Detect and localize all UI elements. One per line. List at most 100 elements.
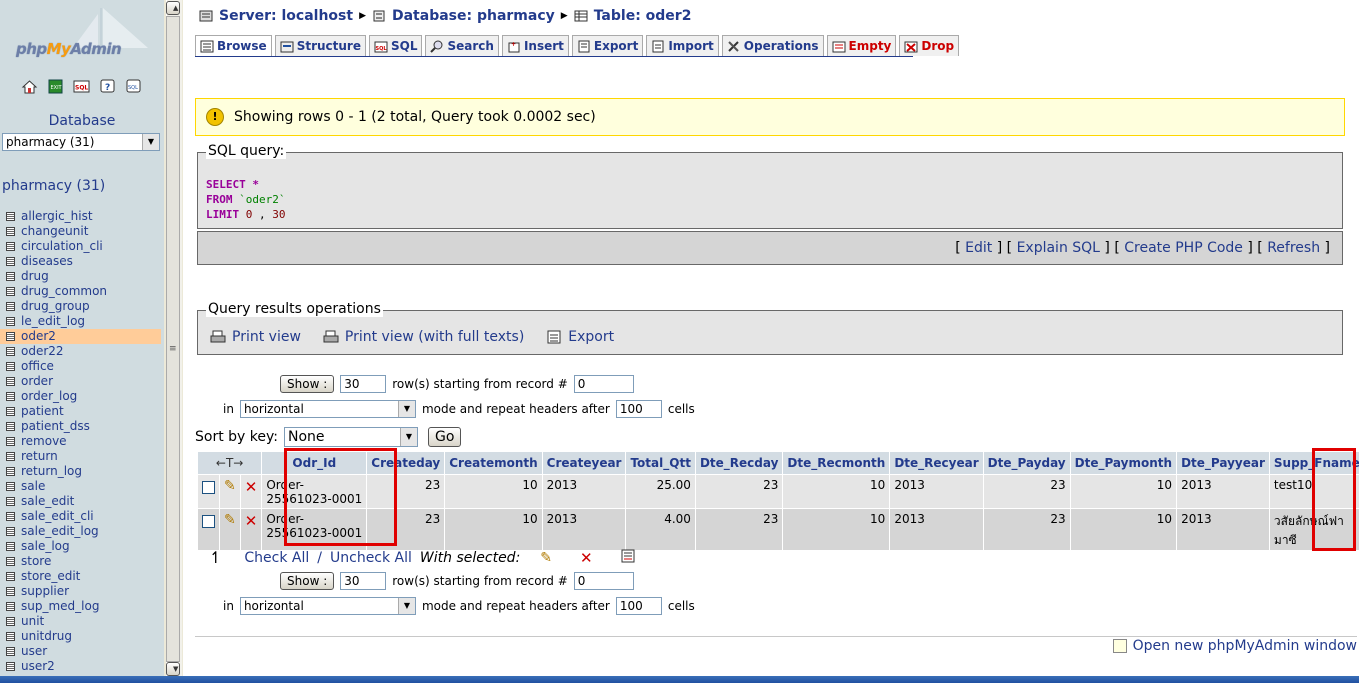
- table-browse-icon[interactable]: [6, 257, 15, 266]
- sidebar-table-oder2[interactable]: oder2: [0, 329, 161, 344]
- column-header-total-qtt[interactable]: Total_Qtt: [626, 452, 695, 474]
- sidebar-table-diseases[interactable]: diseases: [6, 254, 161, 269]
- column-header-dte-recmonth[interactable]: Dte_Recmonth: [783, 452, 890, 474]
- display-mode-select[interactable]: horizontal ▼: [239, 400, 416, 418]
- print-view-link[interactable]: Print view: [210, 329, 301, 345]
- sidebar-table-return-log[interactable]: return_log: [6, 464, 161, 479]
- breadcrumb-table[interactable]: Table: oder2: [594, 8, 692, 24]
- sidebar-table-drug[interactable]: drug: [6, 269, 161, 284]
- table-browse-icon[interactable]: [6, 632, 15, 641]
- sidebar-table-store[interactable]: store: [6, 554, 161, 569]
- sidebar-table-sale-edit-log[interactable]: sale_edit_log: [6, 524, 161, 539]
- sidebar-table-supplier[interactable]: supplier: [6, 584, 161, 599]
- uncheck-all-link[interactable]: Uncheck All: [330, 550, 412, 566]
- sidebar-table-sale-log[interactable]: sale_log: [6, 539, 161, 554]
- chevron-down-icon[interactable]: ▼: [397, 598, 415, 614]
- scroll-up-icon[interactable]: ▲: [166, 1, 180, 15]
- column-header-dte-recday[interactable]: Dte_Recday: [695, 452, 783, 474]
- column-header-dte-paymonth[interactable]: Dte_Paymonth: [1070, 452, 1177, 474]
- table-browse-icon[interactable]: [6, 422, 15, 431]
- resize-grip-icon[interactable]: ≡: [169, 344, 177, 354]
- table-browse-icon[interactable]: [6, 647, 15, 656]
- breadcrumb-server[interactable]: Server: localhost: [219, 8, 353, 24]
- sidebar-table-le-edit-log[interactable]: le_edit_log: [6, 314, 161, 329]
- table-browse-icon[interactable]: [6, 512, 15, 521]
- tab-structure[interactable]: Structure: [274, 35, 366, 56]
- sidebar-table-changeunit[interactable]: changeunit: [6, 224, 161, 239]
- display-mode-select[interactable]: horizontal ▼: [239, 597, 416, 615]
- sort-key-select[interactable]: None ▼: [283, 427, 418, 447]
- sidebar-table-sale[interactable]: sale: [6, 479, 161, 494]
- breadcrumb-database[interactable]: Database: pharmacy: [392, 8, 555, 24]
- scroll-down-icon[interactable]: ▼: [166, 662, 180, 676]
- delete-icon[interactable]: ✕: [245, 478, 258, 496]
- sidebar-table-user2[interactable]: user2: [6, 659, 161, 674]
- table-browse-icon[interactable]: [6, 557, 15, 566]
- sql-docs-icon[interactable]: SQL: [125, 78, 142, 95]
- tab-browse[interactable]: Browse: [195, 35, 272, 57]
- edit-pencil-icon[interactable]: ✎: [224, 512, 236, 528]
- column-header-odr-id[interactable]: Odr_Id: [262, 452, 367, 474]
- refresh-link[interactable]: Refresh: [1267, 240, 1320, 256]
- frame-scrollbar[interactable]: ▲ ≡ ▼: [164, 0, 183, 683]
- sidebar-table-return[interactable]: return: [6, 449, 161, 464]
- table-browse-icon[interactable]: [6, 242, 15, 251]
- tab-insert[interactable]: + Insert: [501, 35, 569, 56]
- docs-icon[interactable]: ?: [99, 78, 116, 95]
- scroll-thumb[interactable]: [166, 16, 180, 662]
- sidebar-table-store-edit[interactable]: store_edit: [6, 569, 161, 584]
- tab-search[interactable]: Search: [425, 35, 499, 56]
- table-browse-icon[interactable]: [6, 407, 15, 416]
- table-browse-icon[interactable]: [6, 602, 15, 611]
- table-browse-icon[interactable]: [6, 392, 15, 401]
- go-button[interactable]: Go: [427, 427, 462, 447]
- table-browse-icon[interactable]: [6, 212, 15, 221]
- sidebar-table-drug-common[interactable]: drug_common: [6, 284, 161, 299]
- export-selected-icon[interactable]: [621, 549, 635, 567]
- row-checkbox[interactable]: [202, 481, 215, 494]
- column-header-dte-recyear[interactable]: Dte_Recyear: [890, 452, 983, 474]
- table-browse-icon[interactable]: [6, 662, 15, 671]
- repeat-headers-input[interactable]: 100: [615, 400, 662, 418]
- tab-operations[interactable]: Operations: [721, 35, 824, 56]
- open-new-window-link[interactable]: Open new phpMyAdmin window: [1112, 638, 1357, 654]
- table-browse-icon[interactable]: [6, 572, 15, 581]
- table-browse-icon[interactable]: [6, 587, 15, 596]
- chevron-down-icon[interactable]: ▼: [399, 428, 417, 446]
- tab-empty[interactable]: Empty: [826, 35, 897, 56]
- column-header-dte-payyear[interactable]: Dte_Payyear: [1177, 452, 1269, 474]
- table-browse-icon[interactable]: [6, 302, 15, 311]
- explain-sql-link[interactable]: Explain SQL: [1017, 240, 1100, 256]
- column-header-createyear[interactable]: Createyear: [542, 452, 626, 474]
- column-header-supp-fname[interactable]: Supp_Fname: [1269, 452, 1359, 474]
- show-button[interactable]: Show :: [280, 375, 335, 393]
- sidebar-table-order[interactable]: order: [6, 374, 161, 389]
- column-header-createmonth[interactable]: Createmonth: [445, 452, 542, 474]
- export-link[interactable]: Export: [546, 329, 614, 345]
- table-browse-icon[interactable]: [6, 617, 15, 626]
- database-select[interactable]: pharmacy (31) ▼: [2, 133, 160, 151]
- sidebar-table-oder22[interactable]: oder22: [6, 344, 161, 359]
- phpmyadmin-logo[interactable]: [8, 8, 158, 68]
- table-browse-icon[interactable]: [6, 437, 15, 446]
- row-checkbox[interactable]: [202, 515, 215, 528]
- table-browse-icon[interactable]: [6, 317, 15, 326]
- rows-input[interactable]: 30: [340, 375, 387, 393]
- sidebar-table-patient[interactable]: patient: [6, 404, 161, 419]
- sidebar-table-drug-group[interactable]: drug_group: [6, 299, 161, 314]
- table-browse-icon[interactable]: [6, 287, 15, 296]
- sidebar-table-allergic-hist[interactable]: allergic_hist: [6, 209, 161, 224]
- sidebar-table-sale-edit-cli[interactable]: sale_edit_cli: [6, 509, 161, 524]
- sidebar-table-patient-dss[interactable]: patient_dss: [6, 419, 161, 434]
- rows-input[interactable]: 30: [340, 572, 387, 590]
- tab-import[interactable]: Import: [646, 35, 719, 56]
- delete-icon[interactable]: ✕: [245, 512, 258, 530]
- start-record-input[interactable]: 0: [573, 375, 634, 393]
- database-heading-link[interactable]: pharmacy (31): [2, 178, 105, 194]
- table-browse-icon[interactable]: [6, 332, 15, 341]
- column-header-dte-payday[interactable]: Dte_Payday: [983, 452, 1070, 474]
- table-browse-icon[interactable]: [6, 362, 15, 371]
- table-browse-icon[interactable]: [6, 452, 15, 461]
- table-browse-icon[interactable]: [6, 482, 15, 491]
- sidebar-table-remove[interactable]: remove: [6, 434, 161, 449]
